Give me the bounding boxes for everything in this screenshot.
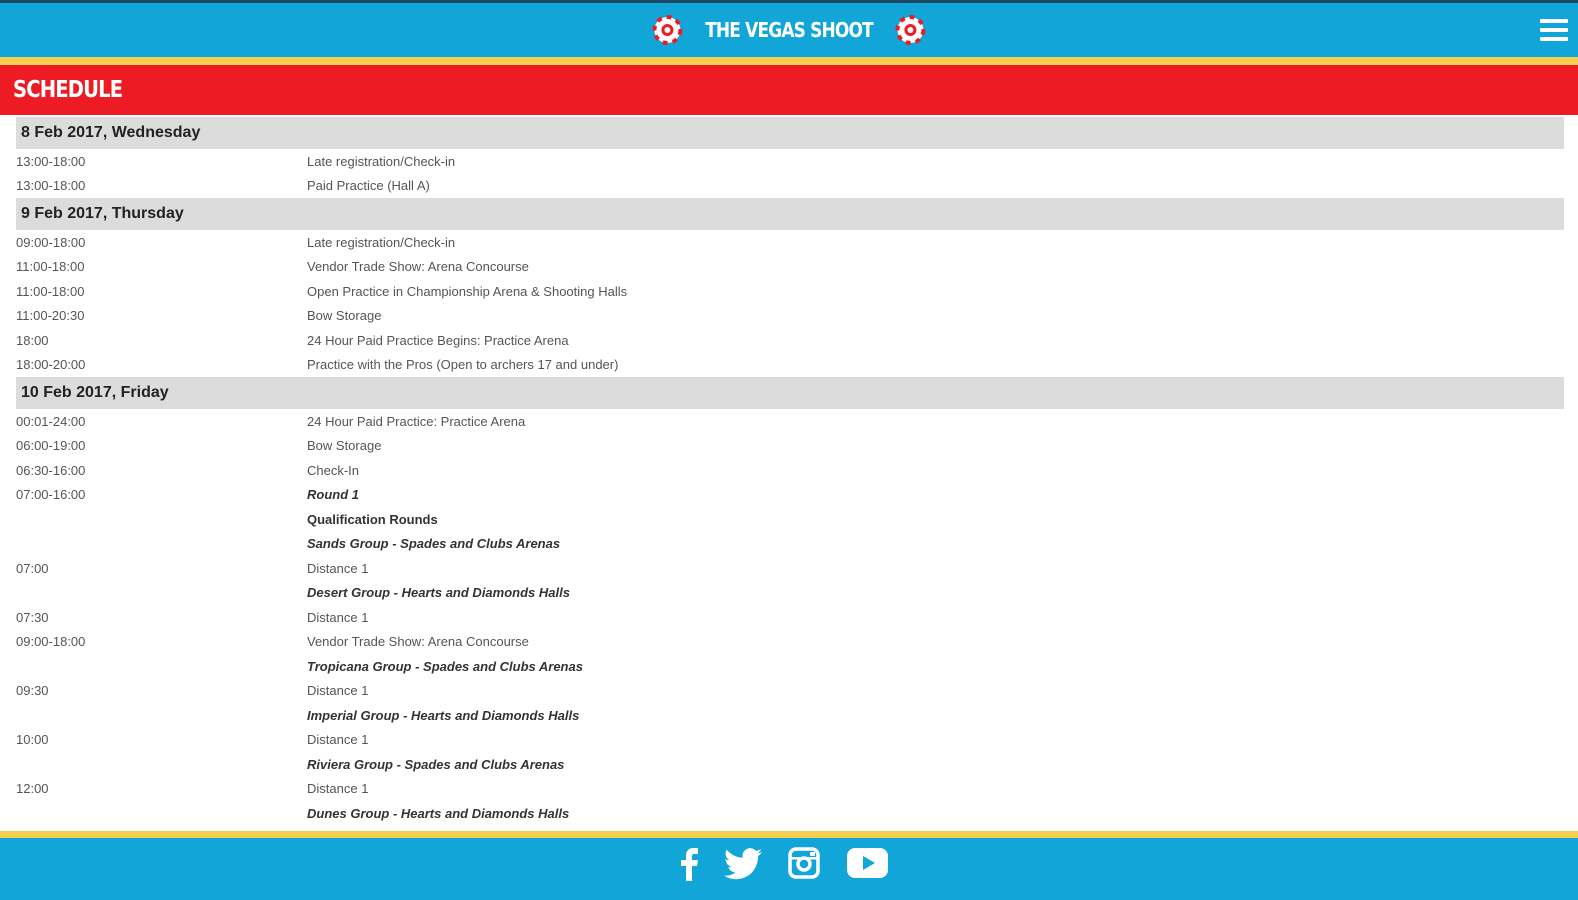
schedule-row: Qualification Rounds [16, 507, 1564, 532]
schedule-row: 13:00-18:00 Late registration/Check-in [16, 149, 1564, 174]
page-title-bar: SCHEDULE [0, 65, 1578, 115]
event-time: 11:00-18:00 [16, 259, 85, 275]
event-title: Late registration/Check-in [307, 153, 456, 169]
twitter-icon[interactable] [724, 848, 762, 880]
schedule-row: 07:30 Distance 1 [16, 605, 1564, 630]
event-title: Bow Storage [307, 308, 382, 324]
event-time: 12:00 [16, 781, 49, 797]
youtube-icon[interactable] [847, 848, 888, 878]
day-header: 10 Feb 2017, Friday [16, 377, 1564, 409]
schedule-row: 09:00-18:00 Late registration/Check-in [16, 230, 1564, 255]
event-title: Dunes Group - Hearts and Diamonds Halls [307, 805, 570, 821]
social-links [0, 838, 1578, 900]
event-time: 00:01-24:00 [16, 413, 86, 429]
event-title: Bow Storage [307, 438, 382, 454]
app-header: THE VEGAS SHOOT [0, 3, 1578, 57]
event-title: Distance 1 [307, 609, 369, 625]
schedule-row: Riviera Group - Spades and Clubs Arenas [16, 752, 1564, 777]
day-header: 8 Feb 2017, Wednesday [16, 117, 1564, 149]
header-stripe [0, 57, 1578, 65]
page-title: SCHEDULE [13, 77, 123, 103]
menu-bar [1540, 28, 1568, 32]
schedule-row: 06:30-16:00 Check-In [16, 458, 1564, 483]
event-time: 10:00 [16, 732, 49, 748]
social-footer [0, 838, 1578, 900]
schedule-row: 00:01-24:00 24 Hour Paid Practice: Practi… [16, 409, 1564, 434]
event-time: 07:00 [16, 560, 49, 576]
schedule-list[interactable]: 8 Feb 2017, Wednesday 13:00-18:00 Late reg… [16, 117, 1564, 831]
event-time: 06:30-16:00 [16, 462, 86, 478]
schedule-row: Tropicana Group - Spades and Clubs Arena… [16, 654, 1564, 679]
event-title: Distance 1 [307, 781, 369, 797]
schedule-row: 18:00-20:00 Practice with the Pros (Open … [16, 353, 1564, 378]
schedule-row: Imperial Group - Hearts and Diamonds Hal… [16, 703, 1564, 728]
event-title: 24 Hour Paid Practice: Practice Arena [307, 413, 526, 429]
event-time: 07:30 [16, 609, 49, 625]
footer-stripe [0, 831, 1578, 838]
menu-bar [1540, 37, 1568, 41]
event-title: Practice with the Pros (Open to archers … [307, 357, 619, 373]
event-title: Distance 1 [307, 560, 369, 576]
event-title: Tropicana Group - Spades and Clubs Arena… [307, 658, 583, 674]
schedule-row: 18:00 24 Hour Paid Practice Begins: Pract… [16, 328, 1564, 353]
poker-chip-icon [652, 15, 683, 45]
schedule-row: 10:00 Distance 1 [16, 728, 1564, 753]
schedule-row: 12:00 Distance 1 [16, 777, 1564, 802]
poker-chip-icon [895, 15, 926, 45]
logo-text: THE VEGAS SHOOT [705, 18, 873, 42]
logo[interactable]: THE VEGAS SHOOT [652, 11, 926, 49]
event-title: Vendor Trade Show: Arena Concourse [307, 259, 529, 275]
hamburger-menu-icon[interactable] [1540, 17, 1568, 43]
event-time: 18:00 [16, 332, 49, 348]
event-time: 13:00-18:00 [16, 153, 86, 169]
event-time: 13:00-18:00 [16, 178, 86, 194]
event-title: Riviera Group - Spades and Clubs Arenas [307, 756, 565, 772]
event-title: 24 Hour Paid Practice Begins: Practice A… [307, 332, 569, 348]
menu-bar [1540, 19, 1568, 23]
event-time: 06:00-19:00 [16, 438, 86, 454]
schedule-row: 07:00-16:00 Round 1 [16, 483, 1564, 508]
schedule-row: 09:30 Distance 1 [16, 679, 1564, 704]
event-title: Round 1 [307, 487, 359, 503]
schedule-row: 09:00-18:00 Vendor Trade Show: Arena Conc… [16, 630, 1564, 655]
event-title: Sands Group - Spades and Clubs Arenas [307, 536, 561, 552]
event-time: 11:00-18:00 [16, 283, 85, 299]
event-title: Late registration/Check-in [307, 234, 456, 250]
event-title: Distance 1 [307, 732, 369, 748]
event-title: Desert Group - Hearts and Diamonds Halls [307, 585, 570, 601]
schedule-row: Desert Group - Hearts and Diamonds Halls [16, 581, 1564, 606]
event-title: Paid Practice (Hall A) [307, 178, 430, 194]
event-title: Distance 1 [307, 683, 369, 699]
event-title: Vendor Trade Show: Arena Concourse [307, 634, 529, 650]
event-title: Open Practice in Championship Arena & Sh… [307, 283, 628, 299]
schedule-row: 11:00-18:00 Vendor Trade Show: Arena Conc… [16, 255, 1564, 280]
schedule-row: Dunes Group - Hearts and Diamonds Halls [16, 801, 1564, 826]
event-time: 18:00-20:00 [16, 357, 86, 373]
schedule-row: 13:00-18:00 Paid Practice (Hall A) [16, 174, 1564, 199]
event-time: 11:00-20:30 [16, 308, 85, 324]
event-time: 07:00-16:00 [16, 487, 86, 503]
schedule-row: 11:00-20:30 Bow Storage [16, 304, 1564, 329]
facebook-icon[interactable] [679, 847, 699, 881]
instagram-icon[interactable] [788, 847, 820, 879]
schedule-row: 07:00 Distance 1 [16, 556, 1564, 581]
event-title: Check-In [307, 462, 360, 478]
schedule-row: 11:00-18:00 Open Practice in Championship… [16, 279, 1564, 304]
schedule-row: 06:00-19:00 Bow Storage [16, 434, 1564, 459]
event-title: Qualification Rounds [307, 511, 438, 527]
event-time: 09:00-18:00 [16, 634, 86, 650]
event-title: Imperial Group - Hearts and Diamonds Hal… [307, 707, 580, 723]
day-header: 9 Feb 2017, Thursday [16, 198, 1564, 230]
schedule-row: Sands Group - Spades and Clubs Arenas [16, 532, 1564, 557]
event-time: 09:00-18:00 [16, 234, 86, 250]
event-time: 09:30 [16, 683, 49, 699]
